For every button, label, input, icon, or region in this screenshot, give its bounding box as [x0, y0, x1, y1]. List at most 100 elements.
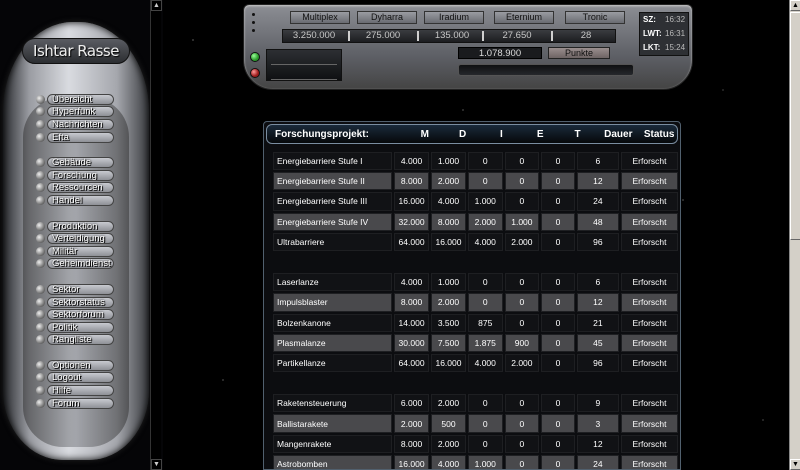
nav-item-label[interactable]: Produktion [47, 220, 114, 232]
cost-e: 0 [504, 192, 540, 211]
nav-bullet-icon [36, 297, 45, 307]
nav-item-politik[interactable]: Politik [36, 321, 114, 334]
nav-item-forum[interactable]: Forum [36, 397, 114, 410]
nav-item-label[interactable]: Handel [47, 194, 114, 206]
research-name[interactable]: Energiebarriere Stufe III [273, 192, 393, 211]
time-label: LKT: [643, 43, 661, 52]
research-name[interactable]: Ultrabarriere [273, 232, 393, 251]
nav-item-label[interactable]: Sektor [47, 283, 114, 295]
nav-item-hilfe[interactable]: Hilfe [36, 384, 114, 397]
nav-item-label[interactable]: Politik [47, 321, 114, 333]
table-row: Energiebarriere Stufe IV 32.000 8.000 2.000… [273, 212, 678, 231]
nav-item-label[interactable]: Geheimdienst [47, 258, 114, 270]
right-scrollbar[interactable]: ▲ ▼ [789, 0, 800, 470]
nav-item-label[interactable]: Ressourcen [47, 182, 114, 194]
status: Erforscht [621, 172, 678, 191]
nav-item-label[interactable]: Sektorforum [47, 309, 114, 321]
cost-d: 1.000 [431, 152, 466, 171]
research-name[interactable]: Impulsblaster [273, 293, 393, 312]
cost-m: 8.000 [394, 434, 430, 453]
nav-item-sektor[interactable]: Sektor [36, 283, 114, 296]
scroll-thumb[interactable] [790, 12, 800, 240]
status: Erforscht [621, 454, 678, 469]
table-row: Energiebarriere Stufe II 8.000 2.000 0 0 0 12 E… [273, 172, 678, 191]
nav-item-label[interactable]: Militär [47, 245, 114, 257]
table-row: Ultrabarriere 64.000 16.000 4.000 2.000 0 96 Er… [273, 232, 678, 251]
nav-item-sektorstatus[interactable]: Sektorstatus [36, 296, 114, 309]
research-name[interactable]: Mangenrakete [273, 434, 393, 453]
green-status-led [250, 52, 260, 62]
nav-item-verteidigung[interactable]: Verteidigung [36, 232, 114, 245]
nav-item-label[interactable]: Hilfe [47, 385, 114, 397]
nav-item-produktion[interactable]: Produktion [36, 220, 114, 233]
header-status: Status [643, 128, 675, 140]
panel-dots [252, 13, 255, 37]
cost-d: 16.000 [431, 353, 466, 373]
nav-item-label[interactable]: Forschung [47, 169, 114, 181]
research-name[interactable]: Laserlanze [273, 273, 393, 292]
status: Erforscht [621, 273, 678, 292]
nav-item-label[interactable]: Forum [47, 397, 114, 409]
research-name[interactable]: Raketensteuerung [273, 394, 393, 413]
nav-item-optionen[interactable]: Optionen [36, 359, 114, 372]
nav-item-label[interactable]: Optionen [47, 359, 114, 371]
scroll-down-button[interactable]: ▼ [790, 459, 800, 470]
cost-m: 8.000 [394, 172, 430, 191]
nav-item-label[interactable]: Logout [47, 372, 114, 384]
duration: 24 [576, 192, 619, 211]
research-name[interactable]: Energiebarriere Stufe I [273, 152, 393, 171]
nav-item-label[interactable]: Efta [47, 131, 114, 143]
status: Erforscht [621, 192, 678, 211]
research-name[interactable]: Partikellanze [273, 353, 393, 373]
status: Erforscht [621, 293, 678, 312]
research-name[interactable]: Energiebarriere Stufe II [273, 172, 393, 191]
nav-bullet-icon [36, 234, 45, 244]
nav-group-gap [36, 143, 114, 156]
scroll-up-button[interactable]: ▲ [151, 0, 162, 11]
nav-item-geheimdienst[interactable]: Geheimdienst [36, 258, 114, 271]
nav-item-nachrichten[interactable]: Nachrichten [36, 118, 114, 131]
table-row: Raketensteuerung 6.000 2.000 0 0 0 9 Erforscht [273, 394, 678, 413]
nav-item-logout[interactable]: Logout [36, 372, 114, 385]
resource-panel: 1.078.900 Punkte SZ: 16:32 LWT: 16:31 LKT: 15… [243, 4, 693, 90]
nav-item-gebaeude[interactable]: Gebäude [36, 156, 114, 169]
left-scrollbar[interactable]: ▲ ▼ [150, 0, 162, 470]
research-name[interactable]: Astrobomben [273, 454, 393, 469]
nav-bullet-icon [36, 259, 45, 269]
nav-item-label[interactable]: Übersicht [47, 93, 114, 105]
scroll-down-button[interactable]: ▼ [151, 459, 162, 470]
nav-item-label[interactable]: Rangliste [47, 334, 114, 346]
status: Erforscht [621, 152, 678, 171]
nav-item-label[interactable]: Sektorstatus [47, 296, 114, 308]
research-name[interactable]: Bolzenkanone [273, 313, 393, 332]
cost-t: 0 [541, 394, 575, 413]
nav-item-label[interactable]: Hyperfunk [47, 106, 114, 118]
nav-item-efta[interactable]: Efta [36, 131, 114, 144]
cost-i: 0 [467, 293, 503, 312]
nav-item-militaer[interactable]: Militär [36, 245, 114, 258]
time-display: SZ: 16:32 LWT: 16:31 LKT: 15:24 [639, 12, 689, 56]
time-row-lkt: LKT: 15:24 [640, 41, 688, 55]
nav-bullet-icon [36, 107, 45, 117]
table-row: Laserlanze 4.000 1.000 0 0 0 6 Erforscht [273, 273, 678, 292]
header-t: T [574, 128, 581, 140]
nav-item-handel[interactable]: Handel [36, 194, 114, 207]
scroll-up-button[interactable]: ▲ [790, 0, 800, 11]
nav-item-label[interactable]: Verteidigung [47, 233, 114, 245]
nav-item-label[interactable]: Gebäude [47, 157, 114, 169]
research-name[interactable]: Energiebarriere Stufe IV [273, 212, 393, 231]
research-name[interactable]: Plasmalanze [273, 333, 393, 352]
nav-item-forschung[interactable]: Forschung [36, 169, 114, 182]
resource-name-tronic: Tronic [565, 11, 625, 24]
cost-t: 0 [541, 353, 575, 373]
time-value: 16:32 [665, 15, 686, 24]
nav-item-uebersicht[interactable]: Übersicht [36, 93, 114, 106]
nav-item-hyperfunk[interactable]: Hyperfunk [36, 106, 114, 119]
nav-item-label[interactable]: Nachrichten [47, 118, 114, 130]
nav-item-rangliste[interactable]: Rangliste [36, 334, 114, 347]
cost-d: 8.000 [431, 212, 466, 231]
nav-item-sektorforum[interactable]: Sektorforum [36, 308, 114, 321]
research-name[interactable]: Ballistarakete [273, 414, 393, 433]
table-row: Energiebarriere Stufe III 16.000 4.000 1.00… [273, 192, 678, 211]
nav-item-ressourcen[interactable]: Ressourcen [36, 182, 114, 195]
